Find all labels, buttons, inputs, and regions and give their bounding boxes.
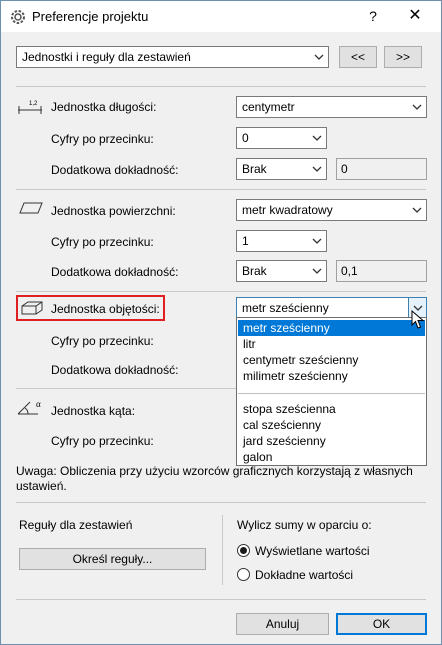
radio-exact-values[interactable] xyxy=(237,568,250,581)
length-unit-value: centymetr xyxy=(242,100,295,114)
divider xyxy=(16,599,426,600)
area-decimals-select[interactable]: 1 xyxy=(236,230,327,252)
dropdown-separator xyxy=(238,393,425,394)
angle-unit-icon: α xyxy=(17,399,41,415)
length-decimals-select[interactable]: 0 xyxy=(236,127,327,149)
divider xyxy=(16,189,426,190)
divider xyxy=(16,86,426,87)
rules-heading: Reguły dla zestawień xyxy=(19,518,133,532)
area-unit-icon xyxy=(19,202,43,214)
dropdown-option[interactable]: jard sześcienny xyxy=(238,433,425,449)
volume-unit-select[interactable]: metr sześcienny xyxy=(236,297,427,319)
radio-displayed-label[interactable]: Wyświetlane wartości xyxy=(255,544,370,558)
svg-text:1,2: 1,2 xyxy=(29,101,38,107)
chevron-down-icon xyxy=(308,261,326,281)
section-select[interactable]: Jednostki i reguły dla zestawień xyxy=(16,46,329,68)
length-extra-select[interactable]: Brak xyxy=(236,158,327,180)
prev-section-button[interactable]: << xyxy=(339,46,377,68)
volume-unit-dropdown: metr sześcienny litr centymetr sześcienn… xyxy=(236,317,427,466)
area-decimals-label: Cyfry po przecinku: xyxy=(51,235,154,249)
length-extra-label: Dodatkowa dokładność: xyxy=(51,163,179,177)
area-extra-label: Dodatkowa dokładność: xyxy=(51,265,179,279)
cancel-button[interactable]: Anuluj xyxy=(236,613,329,635)
length-extra-value: Brak xyxy=(242,162,267,176)
length-extra-field: 0 xyxy=(336,158,427,180)
section-select-value: Jednostki i reguły dla zestawień xyxy=(22,50,191,64)
angle-decimals-label: Cyfry po przecinku: xyxy=(51,434,154,448)
dropdown-option[interactable]: centymetr sześcienny xyxy=(238,352,425,368)
area-extra-value: Brak xyxy=(242,264,267,278)
divider xyxy=(16,502,426,503)
dropdown-option[interactable]: metr sześcienny xyxy=(238,320,425,336)
area-extra-field: 0,1 xyxy=(336,260,427,282)
volume-extra-label: Dodatkowa dokładność: xyxy=(51,363,179,377)
volume-unit-value: metr sześcienny xyxy=(242,301,329,315)
vertical-divider xyxy=(222,515,223,585)
gear-icon xyxy=(11,10,25,24)
chevron-down-icon xyxy=(308,128,326,148)
length-decimals-label: Cyfry po przecinku: xyxy=(51,132,154,146)
divider xyxy=(16,291,426,292)
area-unit-label: Jednostka powierzchni: xyxy=(51,204,176,218)
note-text: Uwaga: Obliczenia przy użyciu wzorców gr… xyxy=(16,464,413,493)
sums-heading: Wylicz sumy w oparciu o: xyxy=(237,518,372,532)
mouse-cursor-icon xyxy=(411,310,425,329)
volume-unit-icon xyxy=(21,301,43,315)
length-unit-select[interactable]: centymetr xyxy=(236,96,427,118)
dropdown-option[interactable]: cal sześcienny xyxy=(238,417,425,433)
chevron-down-icon xyxy=(408,97,426,117)
ok-button[interactable]: OK xyxy=(336,613,427,635)
title-bar: Preferencje projektu ? ✕ xyxy=(1,1,441,32)
chevron-down-icon xyxy=(408,200,426,220)
dropdown-option[interactable]: galon xyxy=(238,449,425,465)
close-button[interactable]: ✕ xyxy=(405,6,425,26)
area-decimals-value: 1 xyxy=(242,234,249,248)
help-button[interactable]: ? xyxy=(363,6,383,26)
divider xyxy=(16,388,236,389)
length-decimals-value: 0 xyxy=(242,131,249,145)
length-unit-label: Jednostka długości: xyxy=(51,100,157,114)
chevron-down-icon xyxy=(308,159,326,179)
area-extra-select[interactable]: Brak xyxy=(236,260,327,282)
dropdown-option[interactable]: stopa sześcienna xyxy=(238,401,425,417)
dropdown-option[interactable]: litr xyxy=(238,336,425,352)
svg-text:α: α xyxy=(36,399,41,409)
next-section-button[interactable]: >> xyxy=(384,46,422,68)
area-unit-value: metr kwadratowy xyxy=(242,203,333,217)
area-unit-select[interactable]: metr kwadratowy xyxy=(236,199,427,221)
volume-decimals-label: Cyfry po przecinku: xyxy=(51,334,154,348)
define-rules-button[interactable]: Określ reguły... xyxy=(19,548,206,570)
window-title: Preferencje projektu xyxy=(32,9,149,24)
chevron-down-icon xyxy=(310,47,328,67)
chevron-down-icon xyxy=(308,231,326,251)
radio-displayed-values[interactable] xyxy=(237,544,250,557)
dropdown-option[interactable]: milimetr sześcienny xyxy=(238,368,425,384)
preferences-dialog: Preferencje projektu ? ✕ Jednostki i reg… xyxy=(0,0,442,645)
radio-exact-label[interactable]: Dokładne wartości xyxy=(255,568,353,582)
length-unit-icon: 1,2 xyxy=(18,101,42,114)
volume-unit-label: Jednostka objętości: xyxy=(51,302,160,316)
angle-unit-label: Jednostka kąta: xyxy=(51,404,136,418)
